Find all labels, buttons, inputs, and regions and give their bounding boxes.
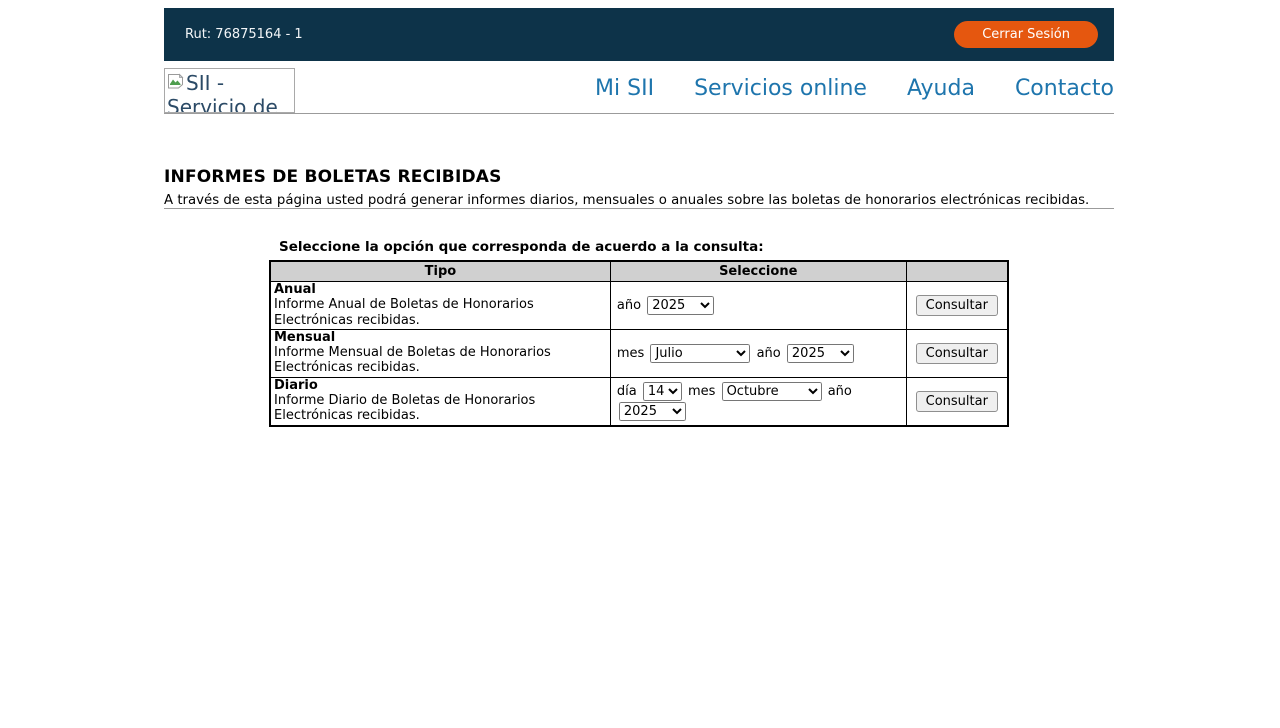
diario-month-select[interactable]: Octubre (722, 382, 822, 401)
column-header-seleccione: Seleccione (610, 261, 906, 282)
diario-mes-label: mes (688, 384, 715, 399)
anual-year-select[interactable]: 2025 (647, 296, 714, 315)
consulta-section: Seleccione la opción que corresponda de … (269, 239, 1009, 427)
table-prompt: Seleccione la opción que corresponda de … (269, 239, 1009, 255)
diario-type-label: Diario (274, 378, 606, 393)
mensual-tipo-cell: MensualInforme Mensual de Boletas de Hon… (270, 329, 610, 377)
mensual-year-select[interactable]: 2025 (787, 344, 854, 363)
column-header-actions (906, 261, 1008, 282)
diario-day-select[interactable]: 14 (643, 382, 682, 401)
mensual-ano-label: año (757, 346, 781, 361)
rut-label: Rut: 76875164 - 1 (185, 27, 303, 42)
broken-image-icon (167, 73, 184, 90)
diario-tipo-cell: DiarioInforme Diario de Boletas de Honor… (270, 377, 610, 425)
table-row-diario: DiarioInforme Diario de Boletas de Honor… (270, 377, 1008, 425)
diario-ano-label: año (828, 384, 852, 399)
diario-consultar-button[interactable]: Consultar (916, 391, 998, 412)
mensual-seleccione-cell: mes Julio año 2025 (610, 329, 906, 377)
diario-description: Informe Diario de Boletas de Honorarios … (274, 393, 535, 423)
mensual-description: Informe Mensual de Boletas de Honorarios… (274, 345, 551, 375)
anual-description: Informe Anual de Boletas de Honorarios E… (274, 297, 534, 327)
diario-action-cell: Consultar (906, 377, 1008, 425)
mensual-consultar-button[interactable]: Consultar (916, 343, 998, 364)
diario-seleccione-cell: día 14 mes Octubre año (610, 377, 906, 425)
anual-ano-label: año (617, 298, 641, 313)
reports-table: Tipo Seleccione AnualInforme Anual de Bo… (269, 260, 1009, 427)
column-header-tipo: Tipo (270, 261, 610, 282)
mensual-month-select[interactable]: Julio (650, 344, 750, 363)
anual-type-label: Anual (274, 282, 606, 297)
mensual-type-label: Mensual (274, 330, 606, 345)
table-row-anual: AnualInforme Anual de Boletas de Honorar… (270, 282, 1008, 330)
main-content: INFORMES DE BOLETAS RECIBIDAS A través d… (164, 167, 1114, 427)
anual-action-cell: Consultar (906, 282, 1008, 330)
main-nav: Mi SII Servicios online Ayuda Contacto (595, 76, 1114, 105)
nav-contacto[interactable]: Contacto (1015, 76, 1114, 101)
header-divider (164, 113, 1114, 114)
page-title: INFORMES DE BOLETAS RECIBIDAS (164, 167, 1114, 187)
anual-seleccione-cell: año 2025 (610, 282, 906, 330)
diario-year-select[interactable]: 2025 (619, 402, 686, 421)
mensual-action-cell: Consultar (906, 329, 1008, 377)
content-divider (164, 208, 1114, 209)
nav-ayuda[interactable]: Ayuda (907, 76, 975, 101)
logout-button[interactable]: Cerrar Sesión (954, 21, 1098, 48)
topbar: Rut: 76875164 - 1 Cerrar Sesión (164, 8, 1114, 61)
table-header-row: Tipo Seleccione (270, 261, 1008, 282)
diario-dia-label: día (617, 384, 637, 399)
anual-consultar-button[interactable]: Consultar (916, 295, 998, 316)
table-row-mensual: MensualInforme Mensual de Boletas de Hon… (270, 329, 1008, 377)
anual-tipo-cell: AnualInforme Anual de Boletas de Honorar… (270, 282, 610, 330)
page-container: Rut: 76875164 - 1 Cerrar Sesión SII - Se… (164, 8, 1114, 427)
nav-mi-sii[interactable]: Mi SII (595, 76, 654, 101)
mensual-mes-label: mes (617, 346, 644, 361)
nav-servicios-online[interactable]: Servicios online (694, 76, 867, 101)
page-description: A través de esta página usted podrá gene… (164, 193, 1114, 208)
header: SII - Servicio de Mi SII Servicios onlin… (164, 68, 1114, 113)
sii-logo[interactable]: SII - Servicio de (164, 68, 295, 113)
